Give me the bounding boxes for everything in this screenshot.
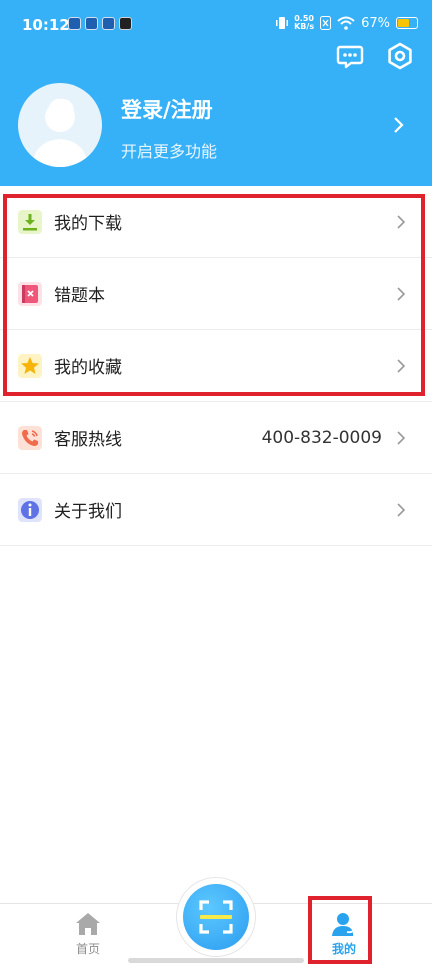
info-icon bbox=[18, 497, 42, 522]
menu-label-downloads: 我的下载 bbox=[54, 214, 122, 234]
menu-item-hotline[interactable]: 客服热线 400-832-0009 bbox=[0, 402, 432, 474]
wifi-icon bbox=[337, 16, 355, 30]
menu-item-about[interactable]: 关于我们 bbox=[0, 474, 432, 546]
scan-button[interactable] bbox=[183, 884, 249, 950]
menu-item-favorites[interactable]: 我的收藏 bbox=[0, 330, 432, 402]
net-speed-unit: KB/s bbox=[294, 22, 315, 31]
menu-item-downloads[interactable]: 我的下载 bbox=[0, 186, 432, 258]
tab-home-label: 首页 bbox=[75, 942, 100, 956]
notification-icons bbox=[68, 17, 132, 30]
hotline-number: 400-832-0009 bbox=[261, 427, 382, 448]
login-register-link[interactable]: 登录/注册 bbox=[121, 94, 213, 124]
chevron-right-icon bbox=[397, 358, 406, 373]
battery-percent: 67% bbox=[361, 15, 390, 31]
avatar[interactable] bbox=[18, 83, 102, 167]
tab-mine[interactable]: 我的 bbox=[304, 904, 384, 964]
battery-level bbox=[398, 19, 409, 27]
menu-label-favorites: 我的收藏 bbox=[54, 358, 122, 378]
menu-label-mistake-book: 错题本 bbox=[54, 286, 105, 306]
home-icon bbox=[76, 913, 100, 935]
network-speed: 0.50 KB/s bbox=[294, 15, 314, 31]
status-time: 10:12 bbox=[22, 16, 70, 34]
profile-header: 10:12 0.50 KB/s 67% 登录/注册 开启更多功能 bbox=[0, 0, 432, 186]
scan-icon bbox=[199, 900, 233, 934]
mail-notification-icon bbox=[102, 17, 115, 30]
chevron-right-icon[interactable] bbox=[392, 115, 406, 135]
default-avatar-icon bbox=[32, 98, 88, 167]
tiktok-notification-icon bbox=[119, 17, 132, 30]
login-subtitle: 开启更多功能 bbox=[121, 142, 218, 161]
home-indicator[interactable] bbox=[128, 958, 304, 963]
vibrate-icon bbox=[276, 17, 289, 29]
menu-label-hotline: 客服热线 bbox=[54, 430, 122, 450]
phone-icon bbox=[18, 425, 42, 450]
tab-home[interactable]: 首页 bbox=[48, 904, 128, 964]
battery-icon bbox=[396, 17, 418, 29]
star-icon bbox=[18, 353, 42, 378]
tab-mine-label: 我的 bbox=[331, 942, 356, 956]
status-bar: 10:12 0.50 KB/s 67% bbox=[0, 0, 432, 48]
sim-icon bbox=[320, 16, 332, 30]
chevron-right-icon bbox=[397, 214, 406, 229]
chevron-right-icon bbox=[397, 286, 406, 301]
download-icon bbox=[18, 209, 42, 234]
menu-label-about: 关于我们 bbox=[54, 502, 122, 522]
menu-list: 我的下载 错题本 我的收藏 客服热线 400-832-0009 关于我们 bbox=[0, 186, 432, 546]
settings-icon[interactable] bbox=[386, 42, 414, 70]
menu-item-mistake-book[interactable]: 错题本 bbox=[0, 258, 432, 330]
status-right-cluster: 0.50 KB/s 67% bbox=[276, 15, 418, 31]
user-icon bbox=[332, 913, 356, 936]
chevron-right-icon bbox=[397, 502, 406, 517]
message-icon[interactable] bbox=[336, 42, 364, 70]
error-book-icon bbox=[18, 281, 42, 306]
app-notification-icon bbox=[85, 17, 98, 30]
chevron-right-icon bbox=[397, 430, 406, 445]
app-notification-icon bbox=[68, 17, 81, 30]
